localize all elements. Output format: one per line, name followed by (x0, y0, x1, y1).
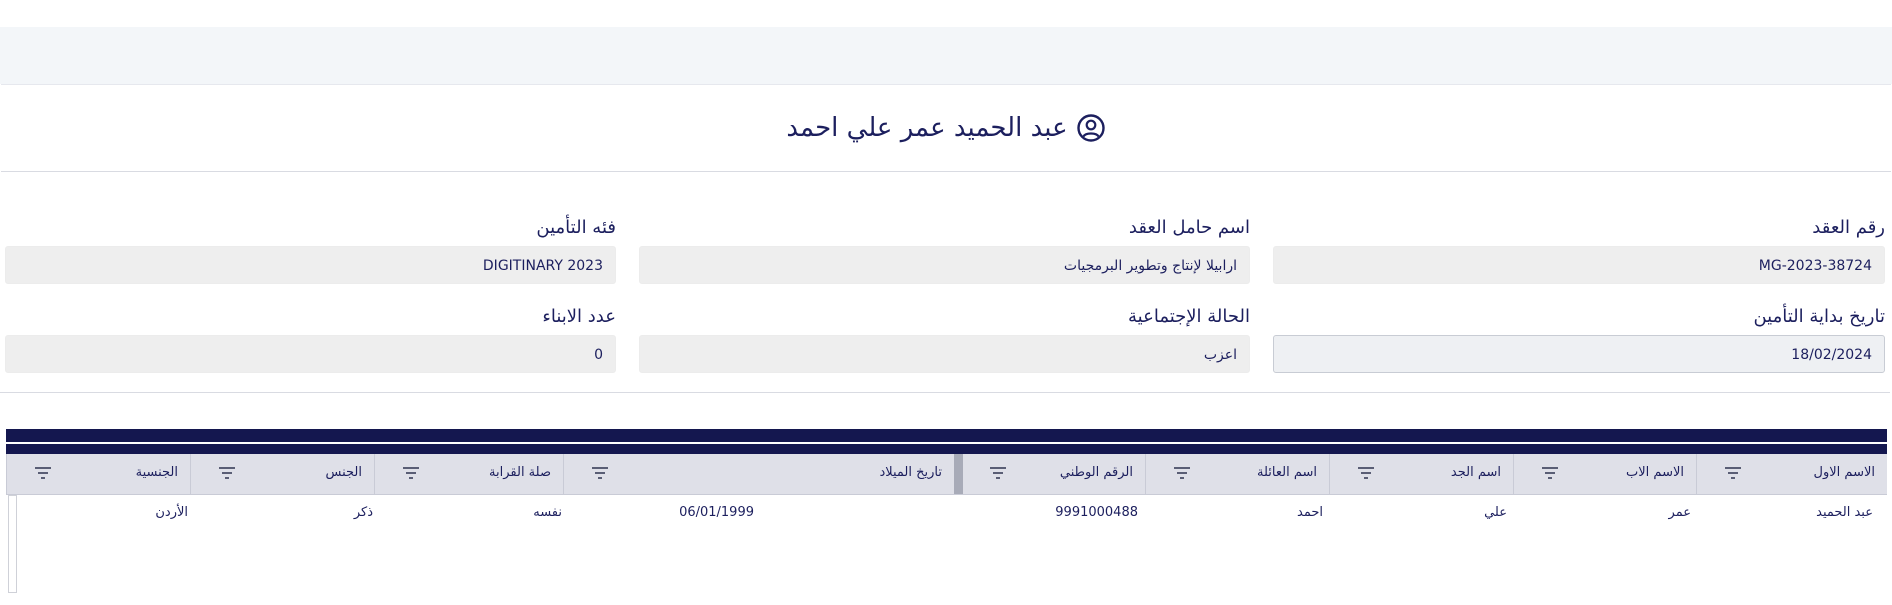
contract-holder-label: اسم حامل العقد (1128, 217, 1250, 238)
table-cell: 06/01/1999 (679, 505, 754, 520)
page-title: عبد الحميد عمر علي احمد (786, 113, 1068, 143)
insurance-start-field: تاريخ بداية التأمين 18/02/2024 (1273, 306, 1885, 376)
table-scrollbar[interactable] (8, 495, 17, 593)
marital-status-field: الحالة الإجتماعية اعزب (639, 306, 1250, 376)
filter-icon[interactable] (592, 466, 608, 480)
column-header-gender[interactable]: الجنس (190, 454, 374, 494)
table-toolbar (6, 444, 1887, 454)
user-circle-icon (1076, 114, 1105, 142)
column-header-father-name[interactable]: الاسم الاب (1513, 454, 1696, 494)
column-label: صلة القرابة (489, 465, 551, 480)
column-resize-handle[interactable] (954, 454, 963, 494)
marital-status-input[interactable]: اعزب (639, 335, 1250, 373)
table-cell: 9991000488 (1055, 505, 1138, 520)
table-cell: الأردن (155, 505, 188, 520)
column-label: اسم الجد (1450, 465, 1501, 480)
column-label: الرقم الوطني (1059, 465, 1133, 480)
filter-icon[interactable] (1725, 466, 1741, 480)
table-cell: نفسه (533, 505, 562, 520)
table-top-bar (6, 429, 1887, 442)
column-label: الاسم الاول (1813, 465, 1875, 480)
top-strip (0, 0, 1892, 27)
insurance-category-input[interactable]: DIGITINARY 2023 (5, 246, 616, 284)
marital-status-label: الحالة الإجتماعية (1128, 306, 1250, 327)
table-row[interactable]: عبد الحميد عمر علي احمد 9991000488 06/01… (6, 495, 1887, 531)
column-header-grandfather-name[interactable]: اسم الجد (1329, 454, 1513, 494)
table-cell: ذكر (353, 505, 373, 520)
filter-icon[interactable] (1542, 466, 1558, 480)
column-header-first-name[interactable]: الاسم الاول (1696, 454, 1887, 494)
column-label: اسم العائلة (1257, 465, 1317, 480)
insurance-start-input[interactable]: 18/02/2024 (1273, 335, 1885, 373)
filter-icon[interactable] (403, 466, 419, 480)
contract-holder-input[interactable]: ارابيلا لإنتاج وتطوير البرمجيات (639, 246, 1250, 284)
column-header-national-id[interactable]: الرقم الوطني (961, 454, 1145, 494)
children-count-field: عدد الابناء 0 (5, 306, 616, 376)
column-header-family-name[interactable]: اسم العائلة (1145, 454, 1329, 494)
contract-number-field: رقم العقد MG-2023-38724 (1273, 217, 1885, 287)
children-count-label: عدد الابناء (542, 306, 616, 327)
section-divider (0, 392, 1890, 393)
table-header: الاسم الاول الاسم الاب اسم الجد اسم العا… (6, 454, 1887, 495)
insurance-category-label: فئه التأمين (536, 217, 616, 238)
table-cell: عبد الحميد (1816, 505, 1873, 520)
filter-icon[interactable] (35, 466, 51, 480)
children-count-input[interactable]: 0 (5, 335, 616, 373)
column-label: الجنسية (135, 465, 178, 480)
beneficiary-title: عبد الحميد عمر علي احمد (786, 113, 1105, 143)
page-band (0, 27, 1892, 84)
filter-icon[interactable] (990, 466, 1006, 480)
contract-number-input[interactable]: MG-2023-38724 (1273, 246, 1885, 284)
column-header-birth-date[interactable]: تاريخ الميلاد (563, 454, 954, 494)
filter-icon[interactable] (1174, 466, 1190, 480)
column-label: الاسم الاب (1626, 465, 1684, 480)
insurance-start-label: تاريخ بداية التأمين (1753, 306, 1885, 327)
column-label: الجنس (325, 465, 362, 480)
contract-number-label: رقم العقد (1812, 217, 1885, 238)
table-cell: عمر (1668, 505, 1691, 520)
column-label: تاريخ الميلاد (879, 465, 942, 480)
card-header: عبد الحميد عمر علي احمد (1, 85, 1891, 172)
table-cell: احمد (1297, 505, 1323, 520)
column-header-nationality[interactable]: الجنسية (6, 454, 190, 494)
filter-icon[interactable] (1358, 466, 1374, 480)
table-cell: علي (1484, 505, 1507, 520)
beneficiaries-table: الاسم الاول الاسم الاب اسم الجد اسم العا… (6, 429, 1887, 593)
contract-holder-field: اسم حامل العقد ارابيلا لإنتاج وتطوير الب… (639, 217, 1250, 287)
insurance-category-field: فئه التأمين DIGITINARY 2023 (5, 217, 616, 287)
filter-icon[interactable] (219, 466, 235, 480)
column-header-relationship[interactable]: صلة القرابة (374, 454, 563, 494)
